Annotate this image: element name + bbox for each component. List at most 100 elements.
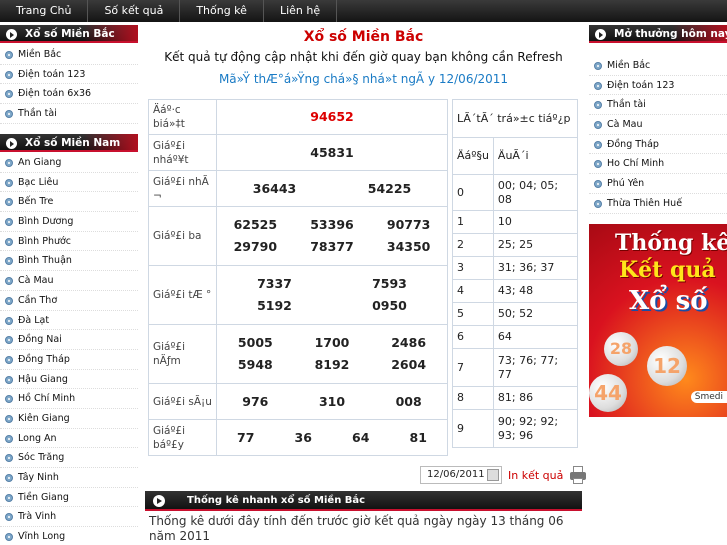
sidebar-north-item[interactable]: Thần tài bbox=[0, 104, 138, 124]
quick-stats-header: Thống kê nhanh xổ số Miền Bắc bbox=[145, 491, 582, 511]
banner-line-1: Thống kê bbox=[615, 230, 727, 256]
page-title: Xổ số Miền Bắc bbox=[303, 29, 424, 45]
bullet-icon bbox=[5, 237, 13, 246]
bullet-icon bbox=[5, 454, 13, 463]
bullet-icon bbox=[5, 375, 13, 384]
sidebar-south-item[interactable]: Cần Thơ bbox=[0, 291, 138, 311]
sidebar-today-item[interactable]: Đồng Tháp bbox=[589, 135, 727, 155]
prize-number: 64 bbox=[352, 429, 370, 445]
bullet-icon bbox=[5, 70, 13, 79]
prize-values: 36443 54225 bbox=[216, 170, 448, 207]
sidebar-south-item[interactable]: Sóc Trăng bbox=[0, 448, 138, 468]
play-arrow-icon bbox=[153, 495, 165, 507]
sidebar-south-item-label: Vĩnh Long bbox=[18, 531, 66, 543]
prize-label: Äáº·c biá»‡t bbox=[148, 99, 217, 135]
nav-results-book[interactable]: Số kết quả bbox=[88, 0, 181, 22]
left-south-title: Xổ số Miền Nam bbox=[25, 137, 121, 149]
sidebar-south-item-label: Bình Phước bbox=[18, 235, 72, 247]
sidebar-south-item[interactable]: Đà Lạt bbox=[0, 311, 138, 331]
loto-head-digit: 2 bbox=[452, 233, 494, 257]
sidebar-today-item[interactable]: Ho Chí Minh bbox=[589, 154, 727, 175]
prize-row: Giáº£i tÆ ° 7337 7593 5192 0950 bbox=[148, 265, 448, 325]
left-north-list: Miền Bắc Điện toán 123 Điện toán 6x36 Thần … bbox=[0, 45, 138, 124]
sidebar-south-item[interactable]: Tiền Giang bbox=[0, 488, 138, 508]
bullet-icon bbox=[594, 62, 602, 70]
sidebar-south-item-label: Cà Mau bbox=[18, 275, 54, 287]
sidebar-south-item[interactable]: Bến Tre bbox=[0, 192, 138, 213]
prize-values: 45831 bbox=[216, 134, 448, 171]
nav-statistics[interactable]: Thống kê bbox=[180, 0, 264, 22]
quick-stats-text: Thống kê dưới đây tính đến trước giờ kết… bbox=[149, 514, 564, 543]
sidebar-south-item[interactable]: Bạc Liêu bbox=[0, 173, 138, 193]
nav-contact[interactable]: Liên hệ bbox=[264, 0, 338, 22]
sidebar-north-item[interactable]: Miền Bắc bbox=[0, 45, 138, 65]
sidebar-today-item[interactable]: Phú Yên bbox=[589, 174, 727, 194]
calendar-icon[interactable] bbox=[487, 469, 499, 481]
prize-number: 29790 bbox=[233, 239, 278, 254]
sidebar-north-item[interactable]: Điện toán 123 bbox=[0, 65, 138, 85]
sidebar-south-item[interactable]: Trà Vinh bbox=[0, 507, 138, 528]
bullet-icon bbox=[5, 257, 13, 266]
statistics-banner[interactable]: Thống kê Kết quả Xổ số 28 12 44 Smedi bbox=[589, 224, 727, 417]
loto-head-digit: 6 bbox=[452, 325, 494, 349]
sidebar-today-item[interactable]: Miền Bắc bbox=[589, 56, 727, 76]
loto-row: 9 90; 92; 92; 93; 96 bbox=[452, 409, 579, 448]
sidebar-today-item[interactable]: Cà Mau bbox=[589, 115, 727, 135]
sidebar-today-item-label: Cà Mau bbox=[607, 119, 643, 131]
prize-number: 1700 bbox=[314, 335, 350, 350]
sidebar-south-item[interactable]: Kiên Giang bbox=[0, 409, 138, 429]
sidebar-south-item[interactable]: Vĩnh Long bbox=[0, 527, 138, 545]
bullet-icon bbox=[5, 434, 13, 443]
play-arrow-icon bbox=[595, 29, 606, 40]
prize-row: Äáº·c biá»‡t 94652 bbox=[148, 99, 448, 135]
sidebar-south-item-label: An Giang bbox=[18, 157, 62, 168]
prize-number: 90773 bbox=[386, 217, 431, 232]
prize-number: 62525 bbox=[233, 217, 278, 232]
sidebar-today-item[interactable]: Thừa Thiên Huế bbox=[589, 194, 727, 214]
date-picker-input[interactable]: 12/06/2011 bbox=[420, 466, 502, 484]
sidebar-north-item[interactable]: Điện toán 6x36 bbox=[0, 84, 138, 105]
sidebar-today-item[interactable]: Thần tài bbox=[589, 95, 727, 116]
loto-row: 4 43; 48 bbox=[452, 279, 579, 303]
sidebar-south-item[interactable]: Đồng Tháp bbox=[0, 350, 138, 370]
sidebar-south-item[interactable]: Bình Phước bbox=[0, 232, 138, 252]
prize-row: Giáº£i nÄƒm 5005 1700 2486 5948 8192 2604 bbox=[148, 324, 448, 384]
prize-number: 0950 bbox=[372, 298, 407, 313]
sidebar-today-item-label: Thần tài bbox=[607, 99, 646, 111]
sidebar-north-item-label: Điện toán 123 bbox=[18, 68, 86, 80]
date-toolbar: 12/06/2011 In kết quả bbox=[420, 466, 587, 484]
sidebar-south-item-label: Trà Vinh bbox=[18, 511, 57, 523]
bullet-icon bbox=[5, 218, 13, 227]
sidebar-south-item[interactable]: Hậu Giang bbox=[0, 370, 138, 390]
sidebar-south-item[interactable]: Long An bbox=[0, 429, 138, 449]
bullet-icon bbox=[594, 199, 602, 208]
loto-tails: 25; 25 bbox=[492, 233, 579, 257]
sidebar-north-item-label: Điện toán 6x36 bbox=[18, 88, 92, 100]
loto-head-digit: 3 bbox=[452, 256, 494, 280]
sidebar-south-item[interactable]: Cà Mau bbox=[0, 271, 138, 291]
sidebar-north-item-label: Thần tài bbox=[18, 108, 57, 120]
bullet-icon bbox=[5, 277, 13, 286]
sidebar-south-item[interactable]: An Giang bbox=[0, 153, 138, 173]
printer-icon[interactable] bbox=[569, 466, 587, 484]
sidebar-south-item-label: Bình Thuận bbox=[18, 255, 72, 267]
nav-home[interactable]: Trang Chủ bbox=[0, 0, 89, 22]
date-value: 12/06/2011 bbox=[427, 469, 485, 480]
sidebar-today-item[interactable]: Điện toán 123 bbox=[589, 76, 727, 96]
sidebar-south-item[interactable]: Bình Dương bbox=[0, 212, 138, 232]
print-results-link[interactable]: In kết quả bbox=[508, 469, 563, 482]
sidebar-south-item[interactable]: Đồng Nai bbox=[0, 330, 138, 350]
sidebar-south-item[interactable]: Hồ Chí Minh bbox=[0, 389, 138, 409]
prize-number: 54225 bbox=[367, 180, 412, 196]
bullet-icon bbox=[5, 178, 13, 187]
loto-row: 7 73; 76; 77; 77 bbox=[452, 348, 579, 387]
sidebar-south-item[interactable]: Bình Thuận bbox=[0, 251, 138, 272]
loto-tails: 64 bbox=[492, 325, 579, 349]
bullet-icon bbox=[5, 513, 13, 522]
prize-values: 976 310 008 bbox=[216, 383, 448, 420]
loto-tails: 90; 92; 92; 93; 96 bbox=[492, 409, 579, 448]
loto-tails: 10 bbox=[492, 210, 579, 234]
loto-row: 8 81; 86 bbox=[452, 386, 579, 410]
sidebar-south-item[interactable]: Tây Ninh bbox=[0, 468, 138, 488]
prize-label: Giáº£i nhÃ ¬ bbox=[148, 170, 217, 207]
